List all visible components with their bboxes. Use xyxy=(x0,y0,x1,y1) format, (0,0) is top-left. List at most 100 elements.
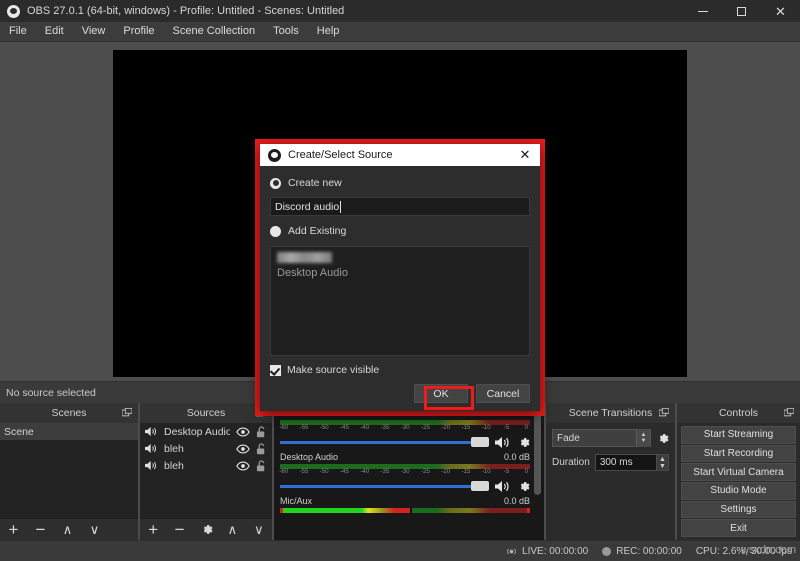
sources-dock-header: Sources xyxy=(140,403,272,423)
tick-label: 0 xyxy=(524,425,528,431)
volume-slider[interactable] xyxy=(280,435,489,449)
live-status: LIVE: 00:00:00 xyxy=(506,546,588,557)
tick-label: -55 xyxy=(299,469,309,475)
eye-icon[interactable] xyxy=(236,460,250,471)
cpu-fps-label: CPU: 2.6%, 30.00 fps xyxy=(695,545,792,557)
dialog-title: Create/Select Source xyxy=(288,149,393,161)
menubar: File Edit View Profile Scene Collection … xyxy=(0,22,800,42)
scene-transitions-body: Fade ▲ ▼ Duration 300 ms ▲ ▼ xyxy=(546,423,675,540)
menu-item-profile[interactable]: Profile xyxy=(114,22,163,41)
close-icon[interactable]: ✕ xyxy=(761,0,800,22)
menu-item-edit[interactable]: Edit xyxy=(36,22,73,41)
menu-item-view[interactable]: View xyxy=(73,22,115,41)
record-dot-icon xyxy=(602,546,612,556)
add-existing-radio-row[interactable]: Add Existing xyxy=(270,223,530,239)
speaker-icon[interactable] xyxy=(495,436,511,449)
unlock-icon[interactable] xyxy=(256,459,267,472)
move-scene-down-button[interactable]: ∨ xyxy=(81,519,108,541)
tick-label: -15 xyxy=(461,469,471,475)
make-source-visible-label: Make source visible xyxy=(287,364,380,376)
chevron-up-icon: ∧ xyxy=(227,522,238,537)
create-new-radio[interactable] xyxy=(270,177,281,189)
add-existing-radio[interactable] xyxy=(270,225,281,237)
list-item[interactable]: Desktop Audio xyxy=(271,266,529,280)
move-source-up-button[interactable]: ∧ xyxy=(219,519,245,541)
move-source-down-button[interactable]: ∨ xyxy=(246,519,272,541)
tick-label: -55 xyxy=(299,425,309,431)
undock-icon[interactable] xyxy=(659,408,669,417)
menu-item-help[interactable]: Help xyxy=(308,22,349,41)
menu-item-tools[interactable]: Tools xyxy=(264,22,308,41)
chevron-updown-icon[interactable]: ▲ ▼ xyxy=(636,429,650,447)
window-titlebar: OBS 27.0.1 (64-bit, windows) - Profile: … xyxy=(0,0,800,22)
dock-row: Scenes Scene + − ∧ ∨ Sources Desktop Aud… xyxy=(0,403,800,540)
exit-button[interactable]: Exit xyxy=(681,519,796,538)
start-virtual-camera-button[interactable]: Start Virtual Camera xyxy=(681,463,796,482)
minimize-icon[interactable] xyxy=(683,0,722,22)
spinner-icon[interactable]: ▲ ▼ xyxy=(656,454,669,471)
source-name-value: Discord audio xyxy=(275,200,340,213)
tick-label: -20 xyxy=(441,469,451,475)
chevron-up-icon: ∧ xyxy=(62,522,73,537)
ok-button[interactable]: OK xyxy=(414,384,468,403)
list-item[interactable]: Scene xyxy=(0,423,138,440)
scenes-list[interactable]: Scene xyxy=(0,423,138,518)
redacted-source-item[interactable] xyxy=(277,252,332,263)
duration-input[interactable]: 300 ms ▲ ▼ xyxy=(594,454,669,471)
audio-mixer-body: bleh 0.0 dB -60 -55 -50 -45 -40 -35 -30 … xyxy=(274,403,544,540)
audio-mixer-dock: bleh 0.0 dB -60 -55 -50 -45 -40 -35 -30 … xyxy=(272,403,544,540)
scenes-dock: Scenes Scene + − ∧ ∨ xyxy=(0,403,138,540)
tick-label: -40 xyxy=(360,425,370,431)
settings-button[interactable]: Settings xyxy=(681,500,796,519)
add-scene-button[interactable]: + xyxy=(0,519,27,541)
dialog-footer: Make source visible OK Cancel xyxy=(270,364,530,403)
controls-dock: Controls Start Streaming Start Recording… xyxy=(675,403,800,540)
mixer-track: Mic/Aux 0.0 dB xyxy=(274,493,544,513)
move-scene-up-button[interactable]: ∧ xyxy=(54,519,81,541)
remove-scene-button[interactable]: − xyxy=(27,519,54,541)
source-name-input[interactable]: Discord audio xyxy=(270,197,530,216)
remove-source-button[interactable]: − xyxy=(166,519,192,541)
gear-icon[interactable] xyxy=(517,436,530,449)
list-item[interactable]: Desktop Audio xyxy=(140,423,272,440)
eye-icon[interactable] xyxy=(236,426,250,437)
speaker-icon[interactable] xyxy=(495,480,511,493)
tick-label: 0 xyxy=(524,469,528,475)
sources-list[interactable]: Desktop Audio bleh bleh xyxy=(140,423,272,518)
unlock-icon[interactable] xyxy=(256,425,267,438)
undock-icon[interactable] xyxy=(784,408,794,417)
volume-slider-handle[interactable] xyxy=(471,437,489,447)
existing-sources-list[interactable]: Desktop Audio xyxy=(270,246,530,356)
live-timer: LIVE: 00:00:00 xyxy=(522,545,589,557)
studio-mode-button[interactable]: Studio Mode xyxy=(681,482,796,500)
sources-toolbar: + − ∧ ∨ xyxy=(140,518,272,540)
mixer-scrollbar[interactable] xyxy=(534,407,541,495)
list-item[interactable]: bleh xyxy=(140,457,272,474)
start-recording-button[interactable]: Start Recording xyxy=(681,444,796,463)
make-source-visible-checkbox[interactable] xyxy=(270,364,281,376)
gear-icon[interactable] xyxy=(517,480,530,493)
mixer-track: Desktop Audio 0.0 dB -60 -55 -50 -45 -40… xyxy=(274,449,544,493)
unlock-icon[interactable] xyxy=(256,442,267,455)
close-icon[interactable]: ✕ xyxy=(510,144,540,166)
menu-item-scene-collection[interactable]: Scene Collection xyxy=(164,22,265,41)
maximize-icon[interactable] xyxy=(722,0,761,22)
add-existing-label: Add Existing xyxy=(288,225,347,237)
list-item[interactable]: bleh xyxy=(140,440,272,457)
transition-select[interactable]: Fade ▲ ▼ xyxy=(552,429,651,447)
cancel-button[interactable]: Cancel xyxy=(476,384,530,403)
create-new-radio-row[interactable]: Create new xyxy=(270,175,530,191)
make-source-visible-row[interactable]: Make source visible xyxy=(270,364,530,376)
menu-item-file[interactable]: File xyxy=(0,22,36,41)
volume-slider[interactable] xyxy=(280,479,489,493)
window-controls: ✕ xyxy=(683,0,800,22)
start-streaming-button[interactable]: Start Streaming xyxy=(681,426,796,444)
source-properties-button[interactable] xyxy=(193,519,219,541)
eye-icon[interactable] xyxy=(236,443,250,454)
undock-icon[interactable] xyxy=(122,408,132,417)
no-source-selected-label: No source selected xyxy=(6,386,96,399)
create-select-source-dialog: Create/Select Source ✕ Create new Discor… xyxy=(260,144,540,411)
transition-properties-gear-icon[interactable] xyxy=(656,432,669,445)
volume-slider-handle[interactable] xyxy=(471,481,489,491)
add-source-button[interactable]: + xyxy=(140,519,166,541)
